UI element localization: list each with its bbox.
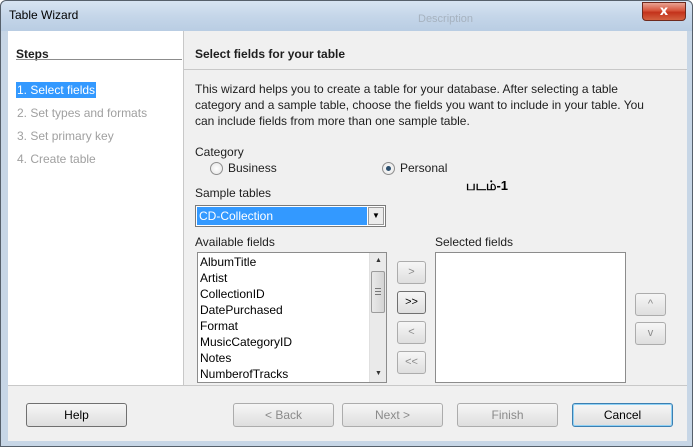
list-item[interactable]: Format (200, 318, 370, 334)
title-bar[interactable]: Table Wizard Description x (1, 1, 692, 31)
back-button[interactable]: < Back (233, 403, 334, 427)
scroll-up-icon[interactable]: ▲ (371, 253, 386, 269)
move-all-right-button[interactable]: >> (397, 291, 426, 314)
personal-radio[interactable] (382, 161, 395, 175)
move-selected-right-button[interactable]: > (397, 261, 426, 284)
footer-separator (8, 385, 687, 386)
dialog-client-area: Steps 1. Select fields 2. Set types and … (8, 31, 687, 441)
sample-tables-label: Sample tables (195, 186, 272, 200)
help-button[interactable]: Help (26, 403, 127, 427)
business-radio[interactable] (210, 161, 223, 175)
finish-button[interactable]: Finish (457, 403, 558, 427)
list-item[interactable]: Artist (200, 270, 370, 286)
personal-radio-label: Personal (400, 161, 448, 175)
scroll-down-icon[interactable]: ▼ (371, 366, 386, 382)
heading-divider (184, 69, 687, 70)
available-fields-label: Available fields (195, 235, 275, 249)
wizard-description: This wizard helps you to create a table … (195, 82, 644, 128)
move-selected-left-button[interactable]: < (397, 321, 426, 344)
figure-annotation: படம்-1 (466, 178, 509, 193)
list-item[interactable]: CollectionID (200, 286, 370, 302)
move-field-down-button[interactable]: v (635, 322, 666, 345)
selected-fields-list[interactable] (435, 252, 626, 383)
step-set-primary-key[interactable]: 3. Set primary key (16, 128, 115, 144)
available-fields-items: AlbumTitle Artist CollectionID DatePurchase… (200, 254, 370, 382)
list-item[interactable]: NumberofTracks (200, 366, 370, 382)
category-business-option[interactable]: Business (210, 161, 277, 175)
step-select-fields[interactable]: 1. Select fields (16, 82, 97, 98)
steps-divider (16, 59, 182, 60)
scrollbar-thumb[interactable] (371, 271, 385, 313)
move-all-left-button[interactable]: << (397, 351, 426, 374)
sample-tables-selected-value: CD-Collection (197, 207, 367, 225)
list-item[interactable]: MusicCategoryID (200, 334, 370, 350)
category-personal-option[interactable]: Personal (382, 161, 447, 175)
table-wizard-window: Table Wizard Description x Steps 1. Sele… (0, 0, 693, 447)
page-heading: Select fields for your table (195, 47, 346, 61)
list-item[interactable]: AlbumTitle (200, 254, 370, 270)
step-set-types-and-formats[interactable]: 2. Set types and formats (16, 105, 148, 121)
selected-fields-label: Selected fields (435, 235, 514, 249)
business-radio-label: Business (228, 161, 277, 175)
chevron-down-icon[interactable]: ▼ (368, 207, 384, 225)
close-icon: x (659, 4, 669, 19)
step-create-table[interactable]: 4. Create table (16, 151, 97, 167)
sample-tables-dropdown[interactable]: CD-Collection ▼ (195, 205, 386, 227)
background-window-title: Description (418, 13, 474, 25)
close-button[interactable]: x (642, 2, 686, 21)
next-button[interactable]: Next > (342, 403, 443, 427)
category-label: Category (195, 145, 244, 159)
available-fields-scrollbar[interactable]: ▲ ▼ (369, 253, 386, 382)
available-fields-list[interactable]: AlbumTitle Artist CollectionID DatePurchase… (197, 252, 387, 383)
list-item[interactable]: DatePurchased (200, 302, 370, 318)
steps-sidebar: Steps 1. Select fields 2. Set types and … (8, 31, 183, 385)
cancel-button[interactable]: Cancel (572, 403, 673, 427)
main-panel: Select fields for your table This wizard… (184, 31, 687, 385)
move-field-up-button[interactable]: ^ (635, 293, 666, 316)
list-item[interactable]: Notes (200, 350, 370, 366)
window-title: Table Wizard (9, 8, 79, 22)
grip-icon (375, 288, 381, 289)
